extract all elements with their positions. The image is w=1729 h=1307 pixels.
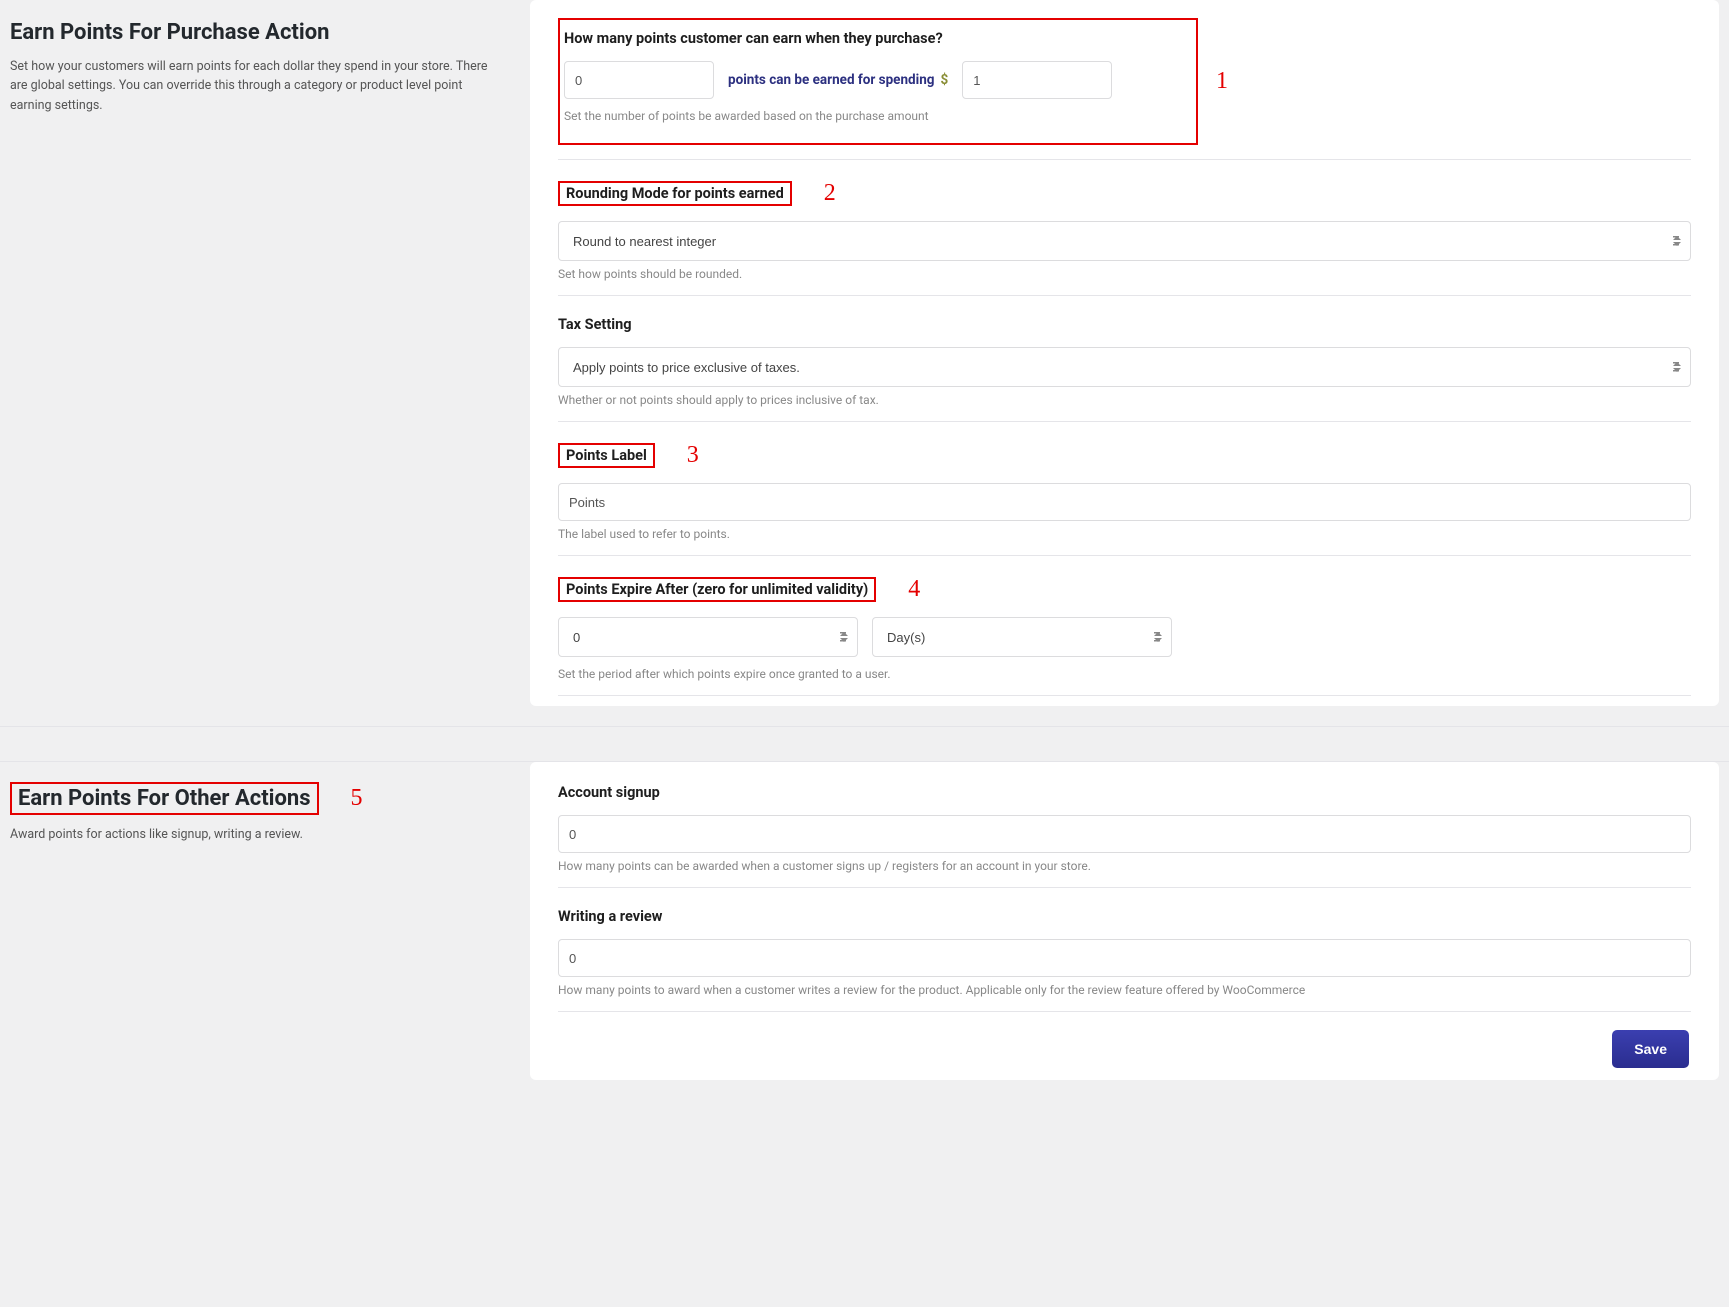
points-expire-help: Set the period after which points expire…: [558, 667, 1691, 681]
annotation-4: 4: [908, 576, 920, 603]
rounding-mode-select[interactable]: Round to nearest integer: [558, 221, 1691, 261]
writing-review-input[interactable]: [558, 939, 1691, 977]
points-label-label: Points Label: [566, 447, 647, 464]
annotation-2: 2: [824, 180, 836, 207]
annotation-5: 5: [351, 785, 363, 812]
points-expire-label: Points Expire After (zero for unlimited …: [566, 581, 868, 598]
writing-review-help: How many points to award when a customer…: [558, 983, 1691, 997]
spend-amount-input[interactable]: [962, 61, 1112, 99]
points-label-input[interactable]: [558, 483, 1691, 521]
points-label-help: The label used to refer to points.: [558, 527, 1691, 541]
tax-setting-help: Whether or not points should apply to pr…: [558, 393, 1691, 407]
tax-setting-label: Tax Setting: [558, 316, 631, 333]
account-signup-help: How many points can be awarded when a cu…: [558, 859, 1691, 873]
section-purchase-title: Earn Points For Purchase Action: [10, 20, 500, 45]
points-spend-midtext: points can be earned for spending$: [728, 72, 948, 88]
points-per-purchase-label: How many points customer can earn when t…: [564, 30, 943, 47]
purchase-settings-card: How many points customer can earn when t…: [530, 0, 1719, 706]
section-other-title: Earn Points For Other Actions: [18, 786, 311, 811]
writing-review-label: Writing a review: [558, 908, 662, 925]
points-expire-number-select[interactable]: 0: [558, 617, 858, 657]
section-other-desc: Award points for actions like signup, wr…: [10, 825, 500, 844]
account-signup-input[interactable]: [558, 815, 1691, 853]
points-expire-unit-select[interactable]: Day(s): [872, 617, 1172, 657]
other-actions-card: Account signup How many points can be aw…: [530, 762, 1719, 1080]
points-per-purchase-help: Set the number of points be awarded base…: [564, 109, 1182, 123]
rounding-mode-help: Set how points should be rounded.: [558, 267, 1691, 281]
rounding-mode-label: Rounding Mode for points earned: [566, 185, 784, 202]
save-button[interactable]: Save: [1612, 1030, 1689, 1068]
annotation-3: 3: [687, 442, 699, 469]
annotation-1: 1: [1216, 68, 1228, 95]
tax-setting-select[interactable]: Apply points to price exclusive of taxes…: [558, 347, 1691, 387]
account-signup-label: Account signup: [558, 784, 660, 801]
points-earned-input[interactable]: [564, 61, 714, 99]
section-purchase-desc: Set how your customers will earn points …: [10, 57, 500, 115]
